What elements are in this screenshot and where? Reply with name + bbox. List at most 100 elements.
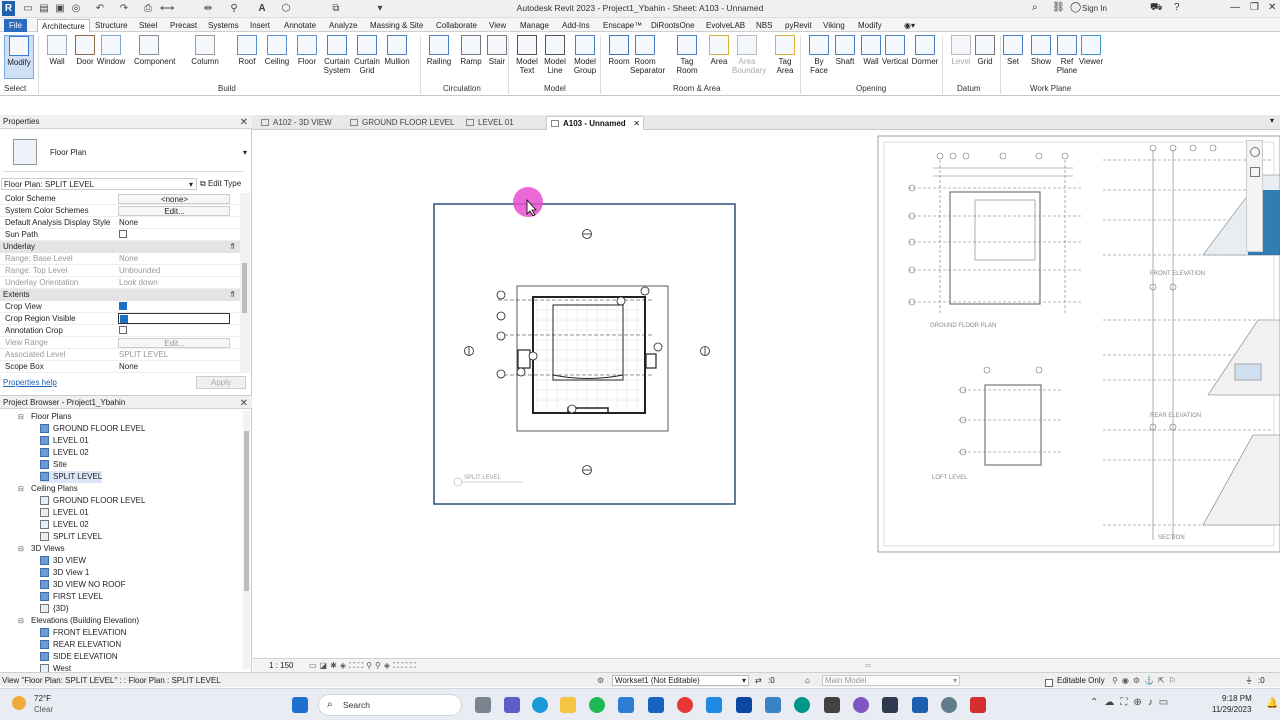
property-row[interactable]: Default Analysis Display Style None (0, 217, 240, 229)
weather-icon[interactable] (12, 696, 26, 710)
browser-item[interactable]: 3D VIEW NO ROOF (40, 579, 125, 591)
ribbon-button-model-text[interactable]: Model Text (512, 35, 542, 75)
tab-annotate[interactable]: Annotate (284, 19, 316, 32)
type-selector[interactable]: Floor Plan ▾ (3, 132, 247, 172)
ribbon-button-modify[interactable]: Modify (4, 35, 34, 79)
ribbon-button-model-line[interactable]: Model Line (540, 35, 570, 75)
close-window-button[interactable]: ✕ (1268, 2, 1276, 13)
contextual-tab-toggle-icon[interactable]: ◉▾ (904, 19, 915, 32)
design-option-dropdown[interactable]: Main Model ▾ (822, 675, 960, 686)
property-row[interactable]: Sun Path (0, 229, 240, 241)
settings-icon[interactable] (941, 697, 957, 713)
app-icon[interactable] (794, 697, 810, 713)
property-value[interactable] (118, 325, 230, 337)
worksets-icon[interactable]: ⚙ (597, 673, 604, 688)
browser-item[interactable]: SIDE ELEVATION (40, 651, 118, 663)
tab-insert[interactable]: Insert (250, 19, 270, 32)
sheet-border[interactable] (877, 135, 1280, 553)
ribbon-button-ceiling[interactable]: Ceiling (262, 35, 292, 66)
browser-item[interactable]: LEVEL 02 (40, 447, 89, 459)
ribbon-button-tag-area[interactable]: Tag Area (770, 35, 800, 75)
steering-wheel-icon[interactable] (1250, 147, 1260, 157)
scrollbar-thumb[interactable] (244, 431, 249, 591)
property-row[interactable]: Range: Top Level Unbounded (0, 265, 240, 277)
property-row[interactable]: System Color Schemes Edit... (0, 205, 240, 217)
browser-item[interactable]: Site (40, 459, 67, 471)
browser-item[interactable]: LEVEL 01 (40, 507, 89, 519)
edge-icon[interactable] (532, 697, 548, 713)
property-row[interactable]: View Range Edit... (0, 337, 240, 349)
restore-button[interactable]: ❐ (1250, 2, 1259, 13)
editing-requests-icon[interactable]: ⇄ (755, 673, 762, 688)
ribbon-button-roof[interactable]: Roof (232, 35, 262, 66)
text-icon[interactable]: A (256, 2, 268, 15)
property-row[interactable]: Crop Region Visible (0, 313, 240, 325)
tab-analyze[interactable]: Analyze (329, 19, 357, 32)
view-tab-a103-unnamed[interactable]: A103 - Unnamed ✕ (546, 116, 644, 130)
sign-in-link[interactable]: Sign In (1082, 4, 1107, 13)
tab-enscape-[interactable]: Enscape™ (603, 19, 642, 32)
property-row[interactable]: Range: Base Level None (0, 253, 240, 265)
app-icon[interactable] (765, 697, 781, 713)
tab-dirootsone[interactable]: DiRootsOne (651, 19, 695, 32)
checkbox[interactable] (119, 230, 127, 239)
edit-type-button[interactable]: ⧉ Edit Type (200, 178, 241, 190)
browser-item[interactable]: 3D View 1 (40, 567, 89, 579)
browser-item[interactable]: FIRST LEVEL (40, 591, 103, 603)
teams-icon[interactable] (504, 697, 520, 713)
browser-item[interactable]: REAR ELEVATION (40, 639, 121, 651)
3d-view-icon[interactable]: ⬡ (280, 2, 292, 15)
tab-precast[interactable]: Precast (170, 19, 197, 32)
redo-icon[interactable]: ↷ (118, 2, 130, 15)
selection-option-icons[interactable]: ⚲◉⚙⚓⇱⚐ (1112, 673, 1180, 688)
close-hidden-icon[interactable]: ⧉ (330, 2, 342, 15)
ribbon-button-vertical[interactable]: Vertical (880, 35, 910, 66)
minimize-button[interactable]: — (1230, 2, 1240, 13)
app-icon[interactable] (882, 697, 898, 713)
tab-architecture[interactable]: Architecture (37, 19, 90, 32)
close-tab-icon[interactable]: ✕ (633, 117, 640, 131)
tab-evolvelab[interactable]: EvolveLAB (706, 19, 745, 32)
property-value[interactable] (118, 229, 230, 241)
property-row[interactable]: Crop View (0, 301, 240, 313)
ribbon-button-component[interactable]: Component (134, 35, 175, 66)
search-icon[interactable]: ⌕ (1032, 2, 1038, 13)
store-icon[interactable] (618, 697, 634, 713)
windows-start-icon[interactable] (292, 697, 308, 713)
apply-button[interactable]: Apply (196, 376, 246, 389)
browser-scrollbar[interactable] (243, 411, 250, 669)
browser-item[interactable]: 3D VIEW (40, 555, 86, 567)
dimension-icon[interactable]: ⇹ (202, 2, 214, 15)
word-icon[interactable] (706, 697, 722, 713)
tab-massing-site[interactable]: Massing & Site (370, 19, 423, 32)
browser-item[interactable]: GROUND FLOOR LEVEL (40, 495, 145, 507)
property-value[interactable]: Unbounded (118, 265, 230, 277)
tab-view[interactable]: View (489, 19, 506, 32)
scrollbar-thumb[interactable] (242, 263, 247, 313)
ribbon-button-grid[interactable]: Grid (970, 35, 1000, 66)
collapse-icon[interactable]: ⇑ (229, 241, 236, 253)
ribbon-button-floor[interactable]: Floor (292, 35, 322, 66)
ribbon-button-area[interactable]: Area (704, 35, 734, 66)
view-scale[interactable]: 1 : 150 (269, 659, 293, 672)
collapse-toggle-icon[interactable]: ⊟ (18, 412, 26, 424)
help-icon[interactable]: ? (1174, 2, 1180, 13)
open-icon[interactable]: ▭ (22, 2, 34, 15)
property-value[interactable]: Edit... (118, 206, 230, 216)
tab-viking[interactable]: Viking (823, 19, 845, 32)
tab-structure[interactable]: Structure (95, 19, 127, 32)
task-view-icon[interactable] (475, 697, 491, 713)
browser-item[interactable]: {3D} (40, 603, 69, 615)
ribbon-button-set[interactable]: Set (998, 35, 1028, 66)
ribbon-button-viewer[interactable]: Viewer (1076, 35, 1106, 66)
tab-steel[interactable]: Steel (139, 19, 157, 32)
property-section-header[interactable]: Extents ⇑ (0, 289, 240, 301)
acrobat-icon[interactable] (970, 697, 986, 713)
ribbon-button-dormer[interactable]: Dormer (910, 35, 940, 66)
properties-scrollbar[interactable] (240, 193, 250, 373)
property-row[interactable]: Associated Level SPLIT LEVEL (0, 349, 240, 361)
property-row[interactable]: Underlay Orientation Look down (0, 277, 240, 289)
browser-item[interactable]: SPLIT LEVEL (40, 531, 102, 543)
ribbon-button-window[interactable]: Window (96, 35, 126, 66)
revit-taskbar-icon[interactable] (912, 697, 928, 713)
